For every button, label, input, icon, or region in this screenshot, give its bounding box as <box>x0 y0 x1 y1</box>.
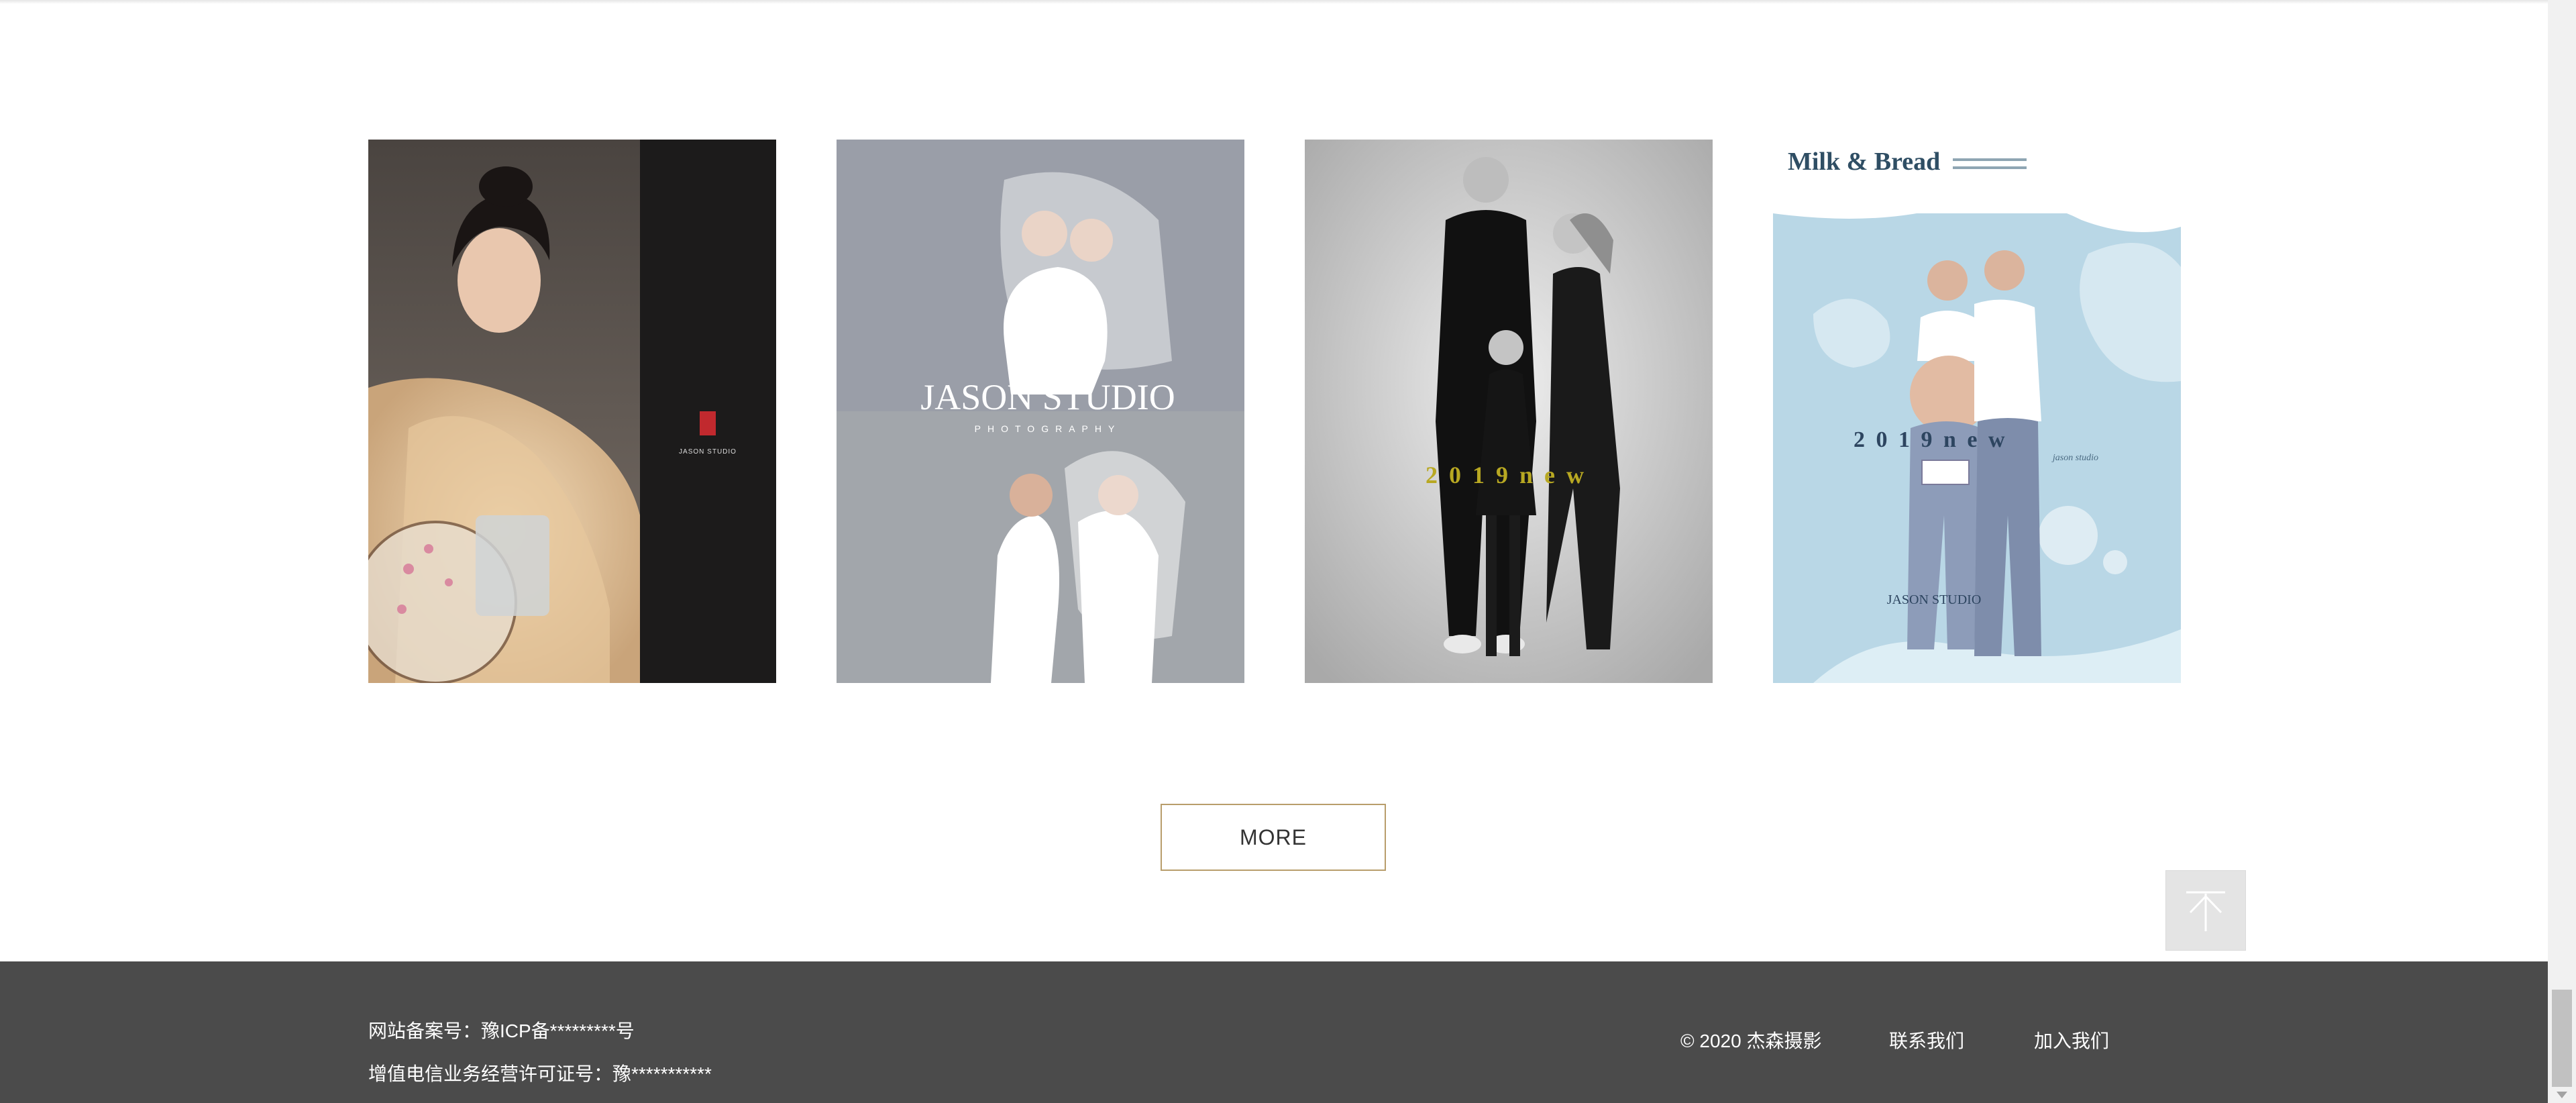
scrollbar-thumb[interactable] <box>2552 990 2572 1087</box>
back-to-top-button[interactable] <box>2165 870 2246 951</box>
card-brand-small: JASON STUDIO <box>679 448 737 456</box>
gallery-item[interactable]: 2 0 1 9 n e w <box>1305 140 1713 683</box>
footer-link-contact[interactable]: 联系我们 <box>1889 1027 1964 1053</box>
scroll-down-arrow-icon[interactable] <box>2548 1087 2576 1103</box>
footer-link-join[interactable]: 加入我们 <box>2034 1027 2109 1053</box>
gallery-item[interactable]: Milk & Bread 2 0 1 9 n e w jason studio … <box>1773 140 2181 683</box>
gallery-image-veil-couple: JASON STUDIO PHOTOGRAPHY <box>837 140 1244 683</box>
card-tagline: 2 0 1 9 n e w <box>1426 462 1587 488</box>
icp-record: 网站备案号：豫ICP备*********号 <box>368 1020 635 1041</box>
gallery-item[interactable]: JASON STUDIO PHOTOGRAPHY <box>837 140 1244 683</box>
gallery: JASON STUDIO JASON STUDIO PHOTOGRAPHY 2 … <box>368 140 2181 683</box>
header-shadow <box>0 0 2548 4</box>
footer: 网站备案号：豫ICP备*********号 增值电信业务经营许可证号：豫****… <box>0 961 2548 1103</box>
gallery-item[interactable]: JASON STUDIO <box>368 140 776 683</box>
card-tagline: 2 0 1 9 n e w <box>1854 427 2008 452</box>
more-button[interactable]: MORE <box>1161 804 1386 871</box>
gallery-image-fur-portrait: JASON STUDIO <box>368 140 776 683</box>
card-title: Milk & Bread <box>1788 148 1940 176</box>
card-brand: JASON STUDIO <box>1887 592 1982 607</box>
copyright: © 2020 杰森摄影 <box>1680 1031 1822 1051</box>
gallery-image-family-bw: 2 0 1 9 n e w <box>1305 140 1713 683</box>
gallery-image-maternity: Milk & Bread 2 0 1 9 n e w jason studio … <box>1773 140 2181 683</box>
telecom-license: 增值电信业务经营许可证号：豫*********** <box>368 1063 712 1084</box>
card-brand: JASON STUDIO <box>920 377 1175 417</box>
card-brand-sub: PHOTOGRAPHY <box>975 423 1122 434</box>
arrow-up-icon <box>2186 891 2225 931</box>
page-scrollbar[interactable] <box>2548 0 2576 1103</box>
card-subline: jason studio <box>2051 453 2098 463</box>
